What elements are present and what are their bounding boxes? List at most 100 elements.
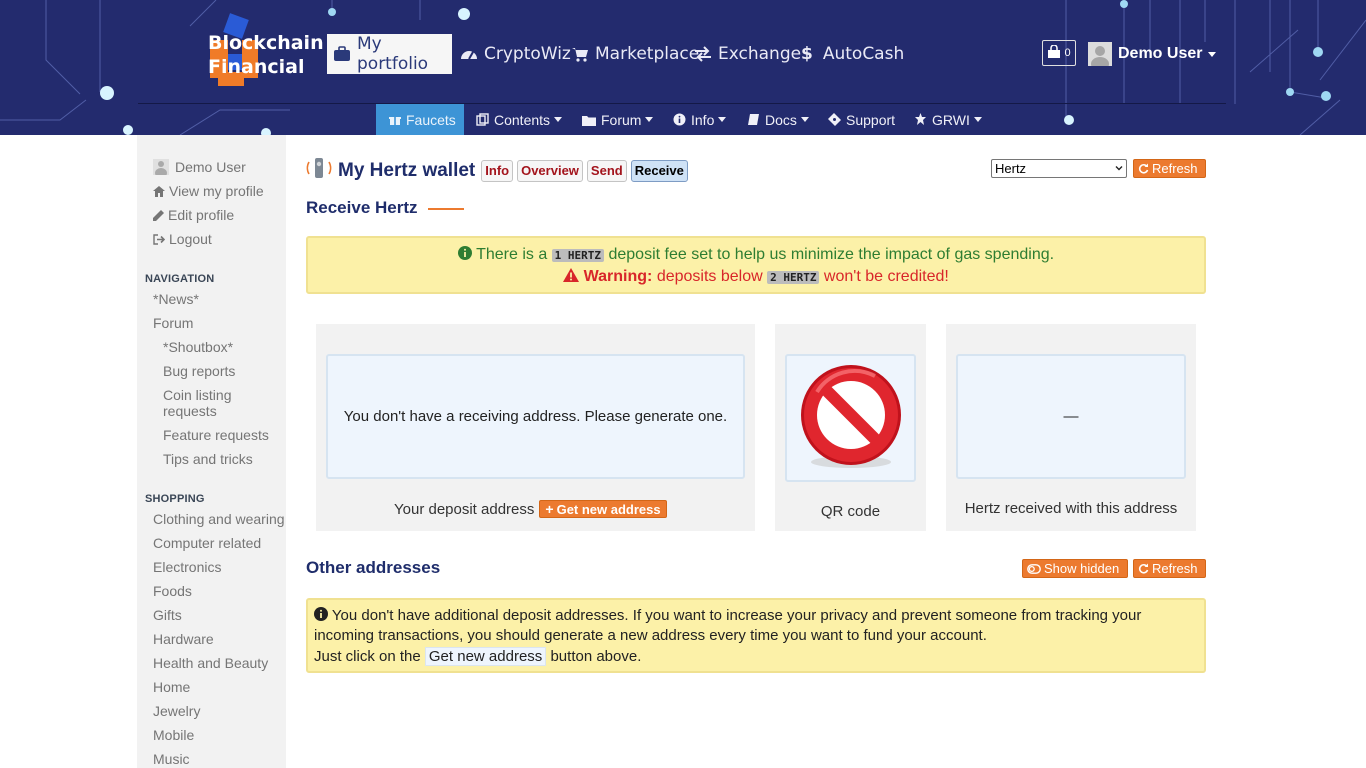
subnav-docs[interactable]: Docs <box>747 104 809 135</box>
shopping-heading: SHOPPING <box>145 493 205 505</box>
sidebar-item-gifts[interactable]: Gifts <box>153 607 182 623</box>
shopping-bag-icon <box>1047 43 1061 62</box>
pencil-icon <box>153 208 164 224</box>
subnav-label: GRWI <box>932 111 970 128</box>
subnav-grwi[interactable]: GRWI <box>914 104 982 135</box>
sidebar-user-name: Demo User <box>175 159 246 175</box>
sidebar-edit-profile[interactable]: Edit profile <box>153 207 234 224</box>
chevron-down-icon <box>1115 166 1123 171</box>
logo-text[interactable]: Blockchain Financial <box>208 31 324 79</box>
sidebar-view-profile[interactable]: View my profile <box>153 183 264 200</box>
sidebar-item-computer[interactable]: Computer related <box>153 535 261 551</box>
nav-exchange[interactable]: Exchange <box>694 34 801 74</box>
received-box: — <box>956 354 1186 479</box>
other-addresses-notice: You don't have additional deposit addres… <box>306 598 1206 673</box>
qr-code-box <box>785 354 916 482</box>
fee-line: There is a 1 HERTZ deposit fee set to he… <box>308 246 1204 264</box>
sidebar-item-foods[interactable]: Foods <box>153 583 192 599</box>
dollar-icon: $ <box>801 44 813 64</box>
nav-marketplace[interactable]: Marketplace <box>571 34 699 74</box>
tab-send[interactable]: Send <box>586 159 627 182</box>
sidebar-item-jewelry[interactable]: Jewelry <box>153 703 200 719</box>
navigation-heading: NAVIGATION <box>145 273 215 285</box>
sidebar-item-home[interactable]: Home <box>153 679 190 695</box>
sidebar-item-coin-listing[interactable]: Coin listing requests <box>163 387 273 419</box>
other-refresh-button[interactable]: Refresh <box>1133 559 1206 578</box>
received-amount: — <box>1063 408 1079 425</box>
warning-label: Warning: <box>583 268 653 285</box>
notice-paragraph: You don't have additional deposit addres… <box>314 606 1196 645</box>
subnav-forum[interactable]: Forum <box>582 104 654 135</box>
subnav-label: Forum <box>601 111 642 128</box>
sidebar-logout[interactable]: Logout <box>153 231 212 248</box>
nav-label: My portfolio <box>357 34 429 74</box>
briefcase-icon <box>333 46 351 62</box>
chevron-down-icon <box>718 117 727 122</box>
other-addresses-title: Other addresses <box>306 558 441 577</box>
refresh-icon <box>1138 163 1149 174</box>
avatar <box>1088 42 1112 66</box>
subnav-info[interactable]: Info <box>673 104 727 135</box>
gauge-icon <box>460 46 478 62</box>
currency-select[interactable]: Hertz <box>991 159 1127 178</box>
tab-receive[interactable]: Receive <box>630 159 688 182</box>
sidebar-item-mobile[interactable]: Mobile <box>153 727 194 743</box>
tab-overview[interactable]: Overview <box>517 159 583 182</box>
nav-label: AutoCash <box>822 44 905 64</box>
subnav-label: Support <box>846 111 896 128</box>
gift-icon <box>389 114 401 126</box>
fee-text-post: deposit fee set to help us minimize the … <box>608 246 1055 263</box>
sidebar-item-clothing[interactable]: Clothing and wearing <box>153 511 285 527</box>
subnav-label: Docs <box>765 111 797 128</box>
sidebar-item-news[interactable]: *News* <box>153 291 199 307</box>
info-icon <box>673 113 686 126</box>
hertz-coin-icon <box>306 156 332 185</box>
nav-label: Marketplace <box>595 44 700 64</box>
cart-button[interactable]: 0 <box>1042 40 1076 66</box>
sidebar-item-forum[interactable]: Forum <box>153 315 193 331</box>
fee-text-pre: There is a <box>476 246 548 263</box>
sidebar-item-feature-requests[interactable]: Feature requests <box>163 427 269 443</box>
user-name: Demo User <box>1118 45 1203 62</box>
title-underline <box>428 208 464 210</box>
refresh-label: Refresh <box>1152 561 1198 576</box>
subnav-contents[interactable]: Contents <box>476 104 563 135</box>
sidebar-item-hardware[interactable]: Hardware <box>153 631 214 647</box>
nav-autocash[interactable]: $ AutoCash <box>801 34 904 74</box>
warning-text-pre: deposits below <box>656 268 763 285</box>
no-address-message: You don't have a receiving address. Plea… <box>343 408 728 425</box>
refresh-icon <box>1138 563 1149 574</box>
show-hidden-button[interactable]: Show hidden <box>1022 559 1128 578</box>
currency-selected: Hertz <box>995 161 1027 176</box>
subnav-label: Contents <box>494 111 551 128</box>
chevron-down-icon <box>973 117 982 122</box>
sidebar-item-health[interactable]: Health and Beauty <box>153 655 268 671</box>
warning-text-post: won't be credited! <box>823 268 949 285</box>
nav-label: Exchange <box>718 44 802 64</box>
site-header: Blockchain Financial My portfolio Crypto… <box>0 0 1366 135</box>
nav-my-portfolio[interactable]: My portfolio <box>327 34 452 74</box>
page-title: My Hertz wallet <box>338 159 476 181</box>
user-menu[interactable]: Demo User <box>1088 42 1217 66</box>
warning-line: Warning: deposits below 2 HERTZ won't be… <box>308 268 1204 286</box>
sidebar-user[interactable]: Demo User <box>153 159 246 175</box>
sidebar-item-electronics[interactable]: Electronics <box>153 559 221 575</box>
qr-caption: QR code <box>820 503 881 520</box>
refresh-button[interactable]: Refresh <box>1133 159 1206 178</box>
subnav-faucets[interactable]: Faucets <box>376 104 464 135</box>
tab-info[interactable]: Info <box>481 159 514 182</box>
subnav-support[interactable]: Support <box>828 104 895 135</box>
sidebar-item-tips[interactable]: Tips and tricks <box>163 451 253 467</box>
nav-cryptowiz[interactable]: CryptoWiz <box>460 34 571 74</box>
home-icon <box>153 184 165 200</box>
min-deposit-code: 2 HERTZ <box>767 271 820 284</box>
sidebar-item-bug-reports[interactable]: Bug reports <box>163 363 235 379</box>
plus-icon: + <box>545 501 554 517</box>
logo-line2: Financial <box>208 56 305 78</box>
show-hidden-label: Show hidden <box>1044 561 1120 576</box>
wallet-header: My Hertz wallet Info Overview Send Recei… <box>306 156 692 185</box>
get-new-address-button[interactable]: + Get new address <box>539 500 667 518</box>
sidebar-label: View my profile <box>169 183 264 199</box>
sidebar-item-shoutbox[interactable]: *Shoutbox* <box>163 339 233 355</box>
sidebar-item-music[interactable]: Music <box>153 751 190 767</box>
